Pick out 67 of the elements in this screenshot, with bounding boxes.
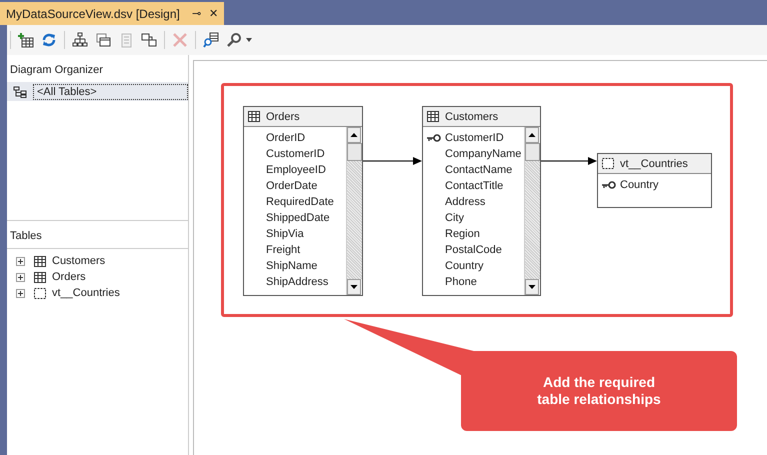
table-icon <box>427 111 439 122</box>
add-table-icon[interactable] <box>18 32 34 48</box>
panel-title: Tables <box>9 229 43 244</box>
column-name: Region <box>445 228 480 240</box>
scroll-down-icon[interactable] <box>525 279 539 295</box>
find-table-icon[interactable] <box>203 32 219 48</box>
layout-icon[interactable] <box>141 32 157 48</box>
column-name: ShipName <box>266 260 318 272</box>
expand-icon[interactable] <box>16 272 25 282</box>
column-name: ShipVia <box>266 228 304 240</box>
scrollbar[interactable] <box>346 127 362 295</box>
caret-icon[interactable] <box>246 38 252 42</box>
tree-item[interactable]: vt__Countries <box>52 287 120 299</box>
scrollbar[interactable] <box>524 127 540 295</box>
column-name: EmployeeID <box>266 164 326 176</box>
key-icon <box>427 134 441 142</box>
table-box[interactable]: Customers CustomerID CompanyName ContactName ContactTitle Address City Region PostalCode Country Phone <box>422 106 541 296</box>
relationship-arrow[interactable] <box>362 157 422 165</box>
column-name: CustomerID <box>266 148 325 160</box>
view-icon <box>602 158 614 169</box>
scroll-thumb[interactable] <box>347 143 362 161</box>
column-name: Phone <box>445 276 477 288</box>
refresh-icon[interactable] <box>41 32 57 48</box>
scroll-thumb[interactable] <box>525 143 540 161</box>
table-box[interactable]: Orders OrderID CustomerID EmployeeID OrderDate RequiredDate ShippedDate ShipVia Freight ShipName ShipAddress <box>243 106 363 296</box>
key-icon <box>602 181 616 189</box>
hierarchy-icon[interactable] <box>72 32 88 48</box>
scroll-down-icon[interactable] <box>347 279 361 295</box>
document-tab[interactable]: MyDataSourceView.dsv [Design] ⊸ ✕ <box>0 2 224 25</box>
column-name: ShipAddress <box>266 276 328 288</box>
tree-item[interactable]: Orders <box>52 271 86 283</box>
column-name: Address <box>445 196 486 208</box>
relationship-arrow[interactable] <box>540 157 597 165</box>
column-name: City <box>445 212 464 224</box>
tab-title: MyDataSourceView.dsv [Design] <box>6 6 181 20</box>
column-name: OrderID <box>266 132 306 144</box>
view-icon <box>34 288 46 298</box>
tree-icon <box>13 86 27 98</box>
tree-item[interactable]: Customers <box>52 255 106 267</box>
diagram-item[interactable]: <All Tables> <box>7 82 188 101</box>
column-name: ContactTitle <box>445 180 504 192</box>
expand-icon[interactable] <box>16 256 25 266</box>
pin-icon[interactable]: ⊸ <box>192 7 201 20</box>
column-name: OrderDate <box>266 180 318 192</box>
table-icon <box>34 256 46 266</box>
table-box[interactable]: vt__Countries Country <box>597 153 712 208</box>
column-name: CustomerID <box>445 132 504 144</box>
scroll-up-icon[interactable] <box>347 127 361 143</box>
zoom-icon[interactable] <box>226 32 242 48</box>
scroll-up-icon[interactable] <box>525 127 539 143</box>
panel-title: Diagram Organizer <box>9 63 104 78</box>
table-name: Orders <box>266 110 300 122</box>
column-name: CompanyName <box>445 148 522 160</box>
column-name: PostalCode <box>445 244 502 256</box>
column-name: Country <box>445 260 484 272</box>
table-icon <box>248 111 260 122</box>
column-name: ContactName <box>445 164 512 176</box>
expand-icon[interactable] <box>16 288 25 298</box>
column-name: Freight <box>266 244 300 256</box>
table-icon <box>34 272 46 282</box>
column-name: RequiredDate <box>266 196 334 208</box>
windows-icon[interactable] <box>95 32 111 48</box>
close-icon[interactable]: ✕ <box>209 7 218 20</box>
table-name: vt__Countries <box>620 158 688 170</box>
column-name: ShippedDate <box>266 212 330 224</box>
column-name: Country <box>620 179 659 191</box>
table-name: Customers <box>445 110 498 122</box>
